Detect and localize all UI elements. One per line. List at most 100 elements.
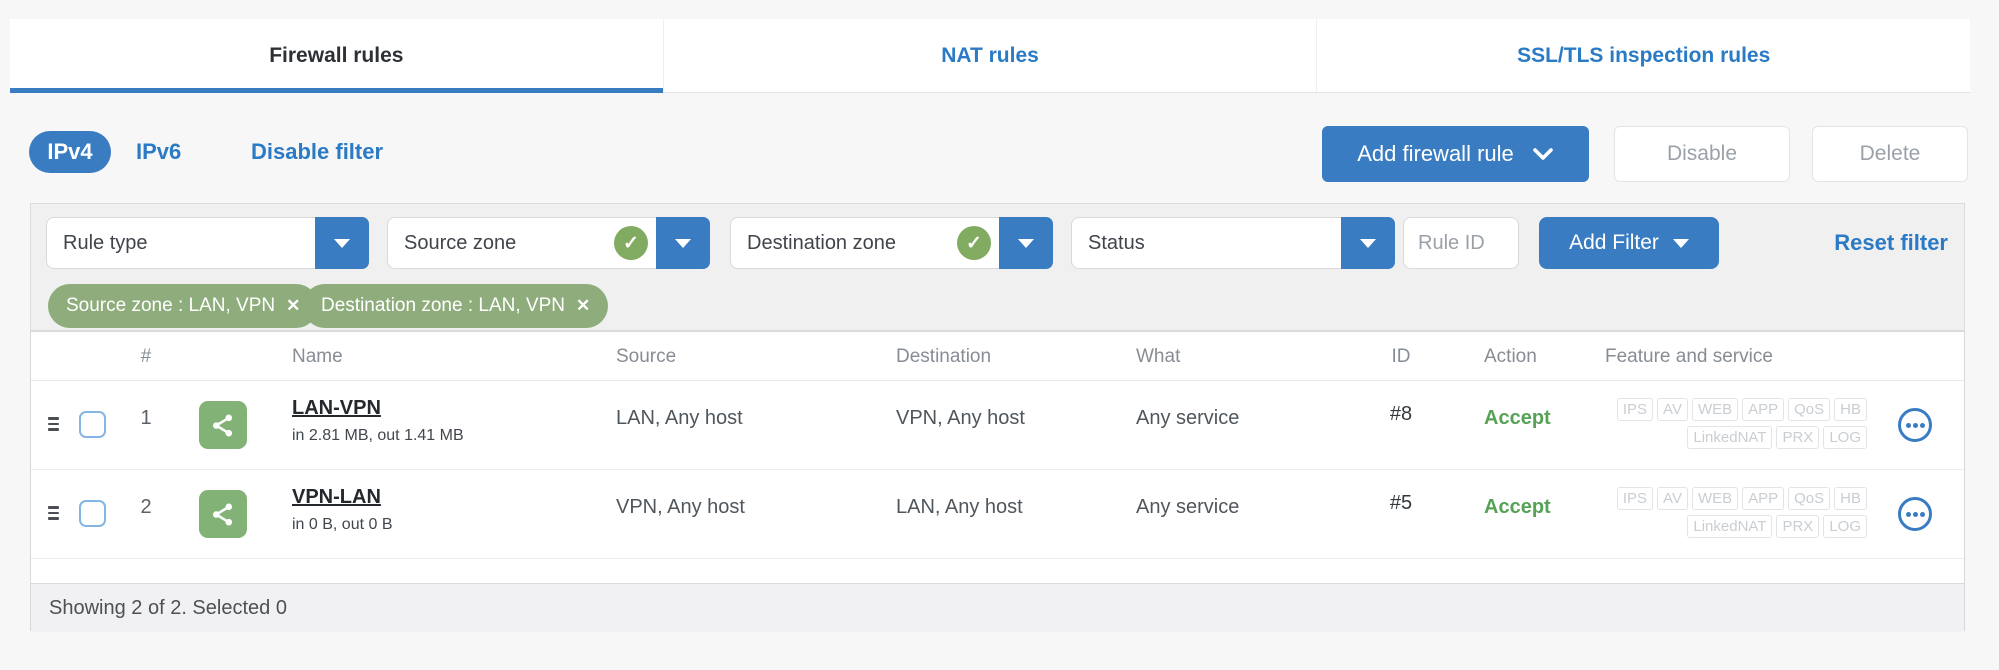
close-icon[interactable]: ✕ — [576, 296, 590, 316]
status-filter-label: Status — [1088, 231, 1145, 254]
tab-bar: Firewall rules NAT rules SSL/TLS inspect… — [10, 19, 1970, 93]
close-icon[interactable]: ✕ — [286, 296, 300, 316]
feature-badge: APP — [1742, 398, 1785, 421]
action-cell: Accept — [1484, 407, 1551, 429]
status-filter-dropdown[interactable]: Status — [1071, 217, 1395, 269]
feature-badge: QoS — [1788, 398, 1831, 421]
table-footer: Showing 2 of 2. Selected 0 — [31, 583, 1964, 632]
dropdown-button[interactable] — [315, 217, 369, 269]
row-checkbox[interactable] — [79, 411, 106, 438]
dropdown-button[interactable] — [656, 217, 710, 269]
rule-id-cell: #5 — [1389, 492, 1413, 514]
rule-name-link[interactable]: VPN-LAN — [292, 486, 393, 509]
column-header-name: Name — [292, 345, 343, 367]
drag-handle-icon[interactable] — [48, 506, 59, 520]
filter-applied-check-icon: ✓ — [957, 226, 991, 260]
column-header-what: What — [1136, 345, 1181, 367]
feature-badge: QoS — [1788, 487, 1831, 510]
filter-applied-check-icon: ✓ — [614, 226, 648, 260]
row-actions-ellipsis-button[interactable] — [1898, 497, 1932, 531]
feature-badges: IPS AV WEB APP QoS HB LinkedNAT PRX LOG — [1571, 396, 1867, 452]
active-tab-underline — [10, 88, 663, 93]
what-cell: Any service — [1136, 496, 1240, 518]
chevron-down-icon — [1672, 238, 1689, 248]
destination-zone-filter-dropdown[interactable]: Destination zone ✓ — [730, 217, 1053, 269]
add-firewall-rule-label: Add firewall rule — [1357, 141, 1514, 166]
firewall-rules-page: Firewall rules NAT rules SSL/TLS inspect… — [0, 0, 1999, 670]
rule-name-link[interactable]: LAN-VPN — [292, 397, 464, 420]
filter-chip-label: Source zone : LAN, VPN — [66, 295, 276, 316]
source-cell: LAN, Any host — [616, 407, 743, 429]
what-cell: Any service — [1136, 407, 1240, 429]
chevron-down-icon — [1018, 238, 1034, 248]
feature-badge: IPS — [1616, 398, 1654, 421]
column-header-action: Action — [1484, 345, 1537, 367]
rule-type-share-icon — [199, 490, 247, 538]
rule-id-input[interactable] — [1403, 217, 1519, 269]
tab-ssl-tls-inspection-rules[interactable]: SSL/TLS inspection rules — [1316, 19, 1970, 92]
row-number: 1 — [140, 407, 152, 429]
tab-ssl-tls-inspection-rules-label: SSL/TLS inspection rules — [1517, 43, 1771, 67]
filter-chip-label: Destination zone : LAN, VPN — [321, 295, 565, 316]
feature-badge: APP — [1742, 487, 1785, 510]
share-icon — [212, 503, 232, 525]
ellipsis-icon — [1905, 422, 1911, 428]
feature-badge: HB — [1834, 487, 1867, 510]
rule-id-cell: #8 — [1389, 403, 1413, 425]
ellipsis-icon — [1905, 511, 1911, 517]
rule-type-filter-dropdown[interactable]: Rule type — [46, 217, 369, 269]
table-footer-summary: Showing 2 of 2. Selected 0 — [49, 596, 287, 619]
add-filter-button[interactable]: Add Filter — [1539, 217, 1719, 269]
dropdown-button[interactable] — [999, 217, 1053, 269]
share-icon — [212, 414, 232, 436]
row-actions-ellipsis-button[interactable] — [1898, 408, 1932, 442]
disable-button[interactable]: Disable — [1614, 126, 1790, 182]
feature-badges: IPS AV WEB APP QoS HB LinkedNAT PRX LOG — [1571, 485, 1867, 541]
delete-button[interactable]: Delete — [1812, 126, 1968, 182]
filter-chip-source-zone: Source zone : LAN, VPN ✕ — [48, 284, 319, 328]
row-checkbox[interactable] — [79, 500, 106, 527]
chevron-down-icon — [1360, 238, 1376, 248]
feature-badge: WEB — [1691, 398, 1739, 421]
action-cell: Accept — [1484, 496, 1551, 518]
source-cell: VPN, Any host — [616, 496, 745, 518]
feature-badge: WEB — [1691, 487, 1739, 510]
disable-filter-link[interactable]: Disable filter — [251, 131, 383, 173]
feature-badge: LOG — [1823, 515, 1867, 538]
drag-handle-icon[interactable] — [48, 417, 59, 431]
source-zone-filter-dropdown[interactable]: Source zone ✓ — [387, 217, 710, 269]
feature-badge: IPS — [1616, 487, 1654, 510]
reset-filter-link[interactable]: Reset filter — [1834, 217, 1948, 269]
chevron-down-icon — [675, 238, 691, 248]
feature-badge: LinkedNAT — [1687, 515, 1773, 538]
add-firewall-rule-button[interactable]: Add firewall rule — [1322, 126, 1589, 182]
filter-panel: Rule type Source zone ✓ Destination zone… — [30, 203, 1965, 331]
ipv4-toggle[interactable]: IPv4 — [29, 131, 111, 173]
feature-badge: AV — [1657, 398, 1688, 421]
destination-cell: VPN, Any host — [896, 407, 1025, 429]
feature-badge: LinkedNAT — [1687, 426, 1773, 449]
rule-traffic-stats: in 0 B, out 0 B — [292, 516, 393, 533]
dropdown-button[interactable] — [1341, 217, 1395, 269]
tab-firewall-rules[interactable]: Firewall rules — [10, 19, 663, 93]
tab-nat-rules[interactable]: NAT rules — [662, 19, 1317, 92]
column-header-source: Source — [616, 345, 677, 367]
column-header-destination: Destination — [896, 345, 992, 367]
filter-chip-destination-zone: Destination zone : LAN, VPN ✕ — [303, 284, 609, 328]
row-number: 2 — [140, 496, 152, 518]
tab-nat-rules-label: NAT rules — [941, 43, 1039, 67]
feature-badge: LOG — [1823, 426, 1867, 449]
firewall-rules-table: # Name Source Destination What ID Action… — [30, 331, 1965, 632]
rule-traffic-stats: in 2.81 MB, out 1.41 MB — [292, 427, 464, 444]
feature-badge: PRX — [1776, 426, 1820, 449]
rule-name-cell: LAN-VPN in 2.81 MB, out 1.41 MB — [292, 397, 464, 445]
source-zone-filter-label: Source zone — [404, 231, 517, 254]
feature-badge: AV — [1657, 487, 1688, 510]
column-header-feature-and-service: Feature and service — [1605, 345, 1773, 367]
add-filter-label: Add Filter — [1569, 231, 1659, 254]
ipv6-toggle[interactable]: IPv6 — [136, 131, 181, 173]
destination-cell: LAN, Any host — [896, 496, 1023, 518]
column-header-number: # — [140, 345, 152, 367]
table-row: 1 LAN-VPN in 2.81 MB, out 1.41 MB LAN, A… — [31, 381, 1964, 470]
rule-name-cell: VPN-LAN in 0 B, out 0 B — [292, 486, 393, 534]
